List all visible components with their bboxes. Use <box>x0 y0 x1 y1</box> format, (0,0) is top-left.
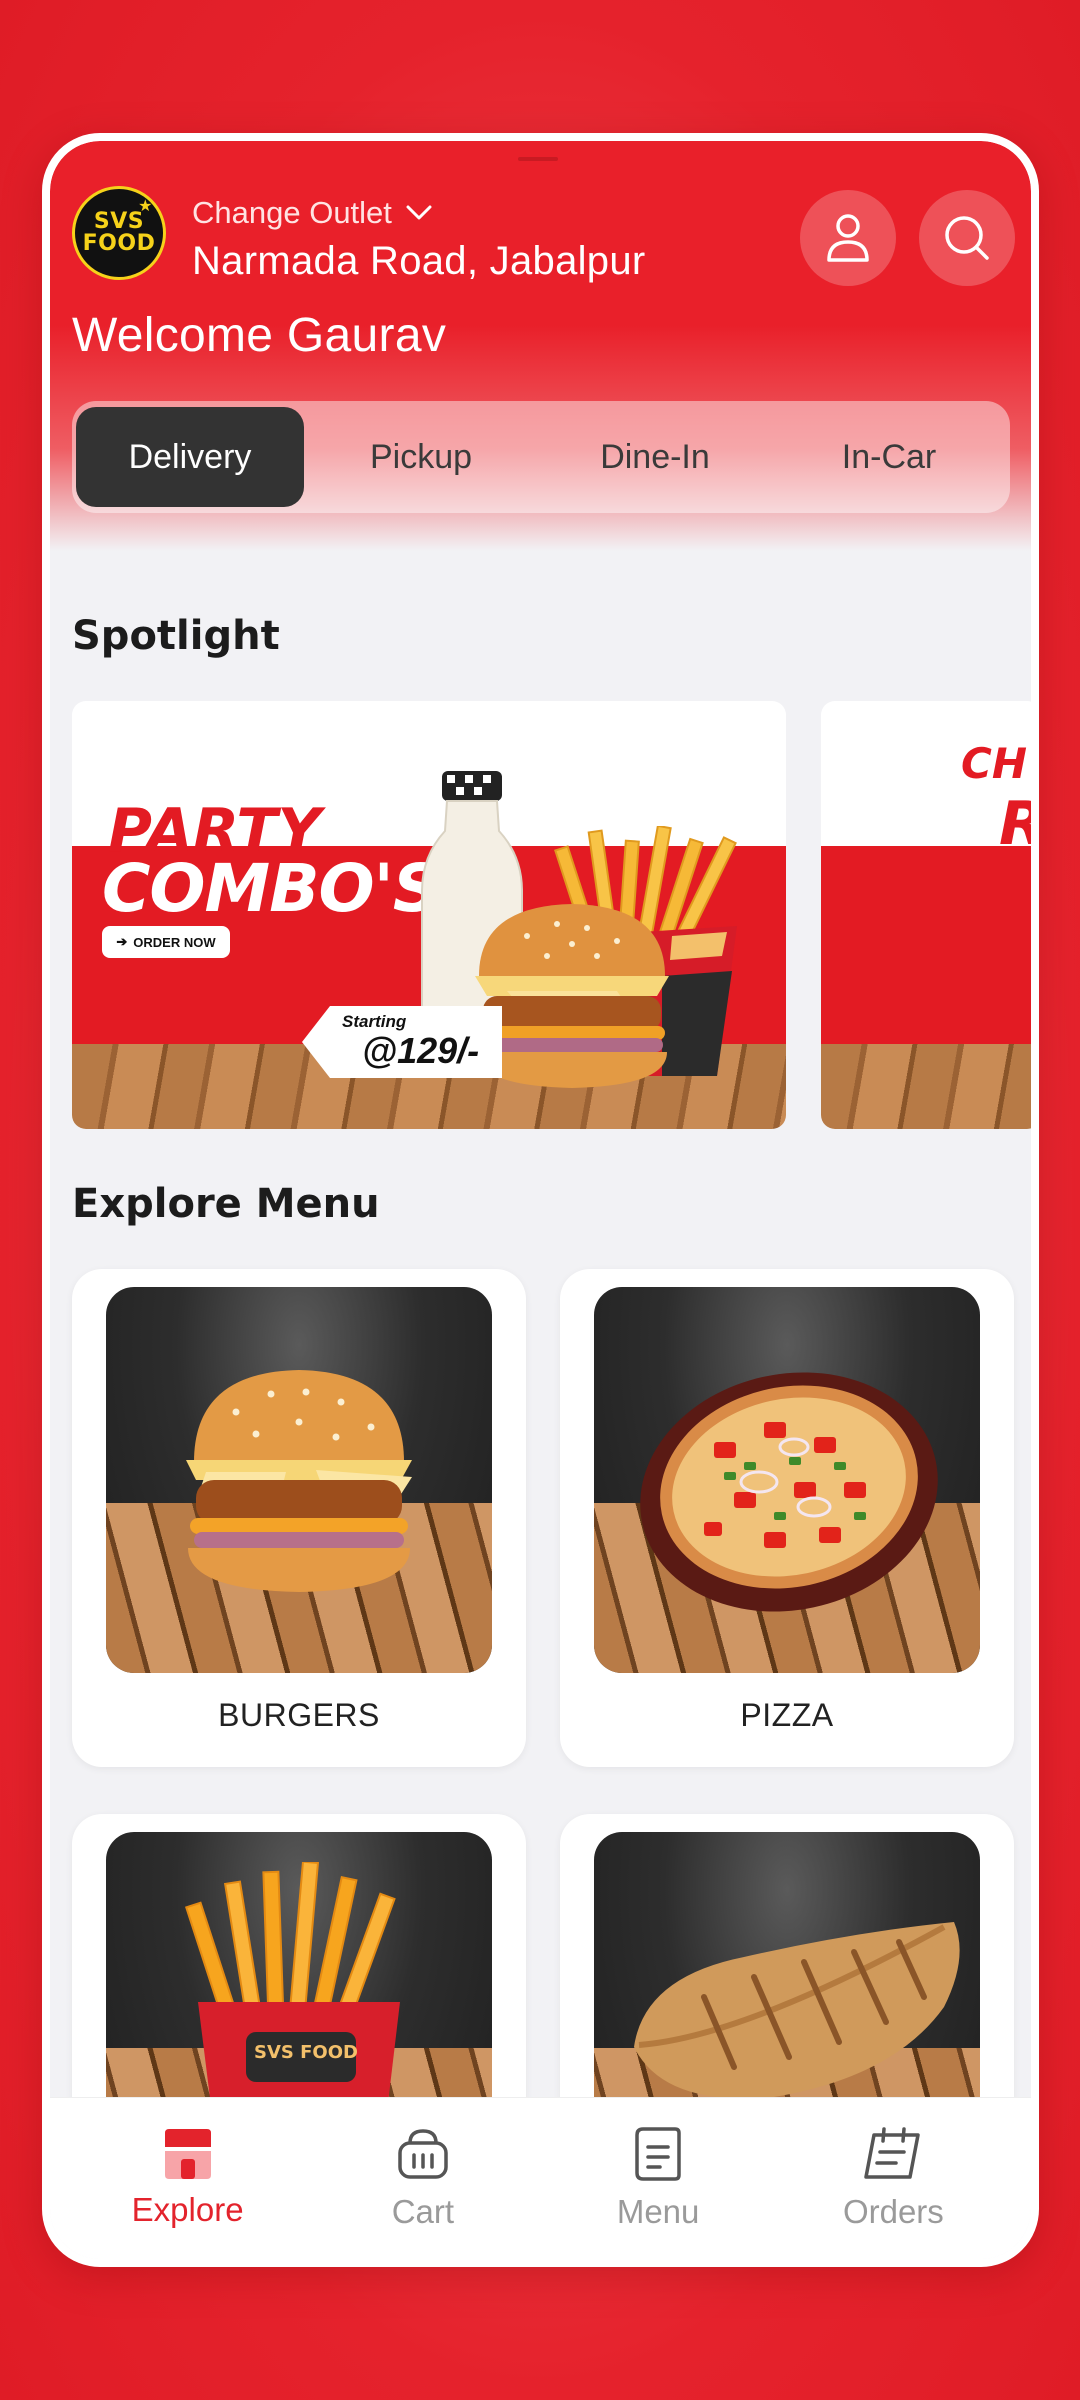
price-value: @129/- <box>362 1030 480 1071</box>
fries-pack-text: SVS FOOD <box>254 2042 358 2063</box>
tab-in-car[interactable]: In-Car <box>772 407 1006 507</box>
arrow-right-icon: ➔ <box>116 934 128 949</box>
nav-menu[interactable]: Menu <box>558 2126 758 2231</box>
chevron-down-icon <box>406 205 432 220</box>
nav-orders-label: Orders <box>842 2192 944 2230</box>
menu-card-burgers[interactable]: BURGERS <box>72 1269 526 1767</box>
change-outlet-button[interactable]: Change Outlet <box>192 195 432 231</box>
logo-text-top: SVS <box>93 209 145 234</box>
order-now-label: ORDER NOW <box>133 934 216 950</box>
price-prefix: Starting <box>342 1012 407 1031</box>
app-screen: ★ SVS FOOD Change Outlet Narmada Road, J… <box>50 141 1031 2259</box>
menu-book-icon <box>635 2126 681 2181</box>
profile-button[interactable] <box>800 190 896 286</box>
search-button[interactable] <box>919 190 1015 286</box>
spotlight-title: Spotlight <box>72 613 280 659</box>
menu-card-label: BURGERS <box>218 1697 380 1733</box>
brand-logo[interactable]: ★ SVS FOOD <box>72 186 166 280</box>
order-type-tabs: Delivery Pickup Dine-In In-Car <box>72 401 1010 513</box>
app-header: ★ SVS FOOD Change Outlet Narmada Road, J… <box>50 141 1031 551</box>
tab-pickup[interactable]: Pickup <box>304 407 538 507</box>
tab-delivery[interactable]: Delivery <box>76 407 304 507</box>
store-icon <box>164 2128 211 2179</box>
nav-cart-label: Cart <box>391 2192 455 2230</box>
burger-icon <box>186 1370 412 1592</box>
nav-cart[interactable]: Cart <box>323 2127 523 2231</box>
change-outlet-label: Change Outlet <box>192 195 392 230</box>
banner2-headline-top: CH <box>961 739 1027 788</box>
nav-menu-label: Menu <box>616 2192 700 2230</box>
pizza-image <box>594 1287 980 1673</box>
menu-card-label: PIZZA <box>740 1697 834 1733</box>
basket-icon <box>398 2128 448 2179</box>
calzone-icon <box>634 1922 960 2099</box>
burgers-image <box>106 1287 492 1673</box>
banner-wood-table <box>821 1044 1031 1129</box>
user-icon <box>827 214 869 262</box>
price-tag: Starting @129/- <box>302 1006 502 1078</box>
menu-card-pizza[interactable]: PIZZA <box>560 1269 1014 1767</box>
banner-headline-main: COMBO'S <box>102 850 440 927</box>
phone-frame: ★ SVS FOOD Change Outlet Narmada Road, J… <box>42 133 1039 2267</box>
order-now-button[interactable]: ➔ ORDER NOW <box>102 926 230 958</box>
spotlight-banner-party-combo[interactable]: PARTY COMBO'S ➔ ORDER NOW Starting @129/… <box>72 701 786 1129</box>
banner-red-strip <box>821 846 1031 1046</box>
pizza-icon <box>640 1372 938 1612</box>
banner2-headline-main: R <box>999 789 1031 859</box>
welcome-text: Welcome Gaurav <box>72 309 447 362</box>
nav-explore-label: Explore <box>131 2190 244 2228</box>
logo-text-bottom: FOOD <box>82 231 156 256</box>
orders-calendar-icon <box>864 2126 921 2179</box>
nav-orders[interactable]: Orders <box>793 2126 993 2231</box>
nav-explore[interactable]: Explore <box>88 2128 288 2229</box>
star-icon: ★ <box>138 196 153 215</box>
outlet-name[interactable]: Narmada Road, Jabalpur <box>192 239 646 284</box>
bottom-navigation: Explore Cart Menu Orders <box>50 2097 1031 2259</box>
tab-dine-in[interactable]: Dine-In <box>538 407 772 507</box>
explore-menu-title: Explore Menu <box>72 1181 380 1227</box>
spotlight-banner-2[interactable]: CH R <box>821 701 1031 1129</box>
search-icon <box>945 216 989 260</box>
drag-handle <box>518 157 558 161</box>
